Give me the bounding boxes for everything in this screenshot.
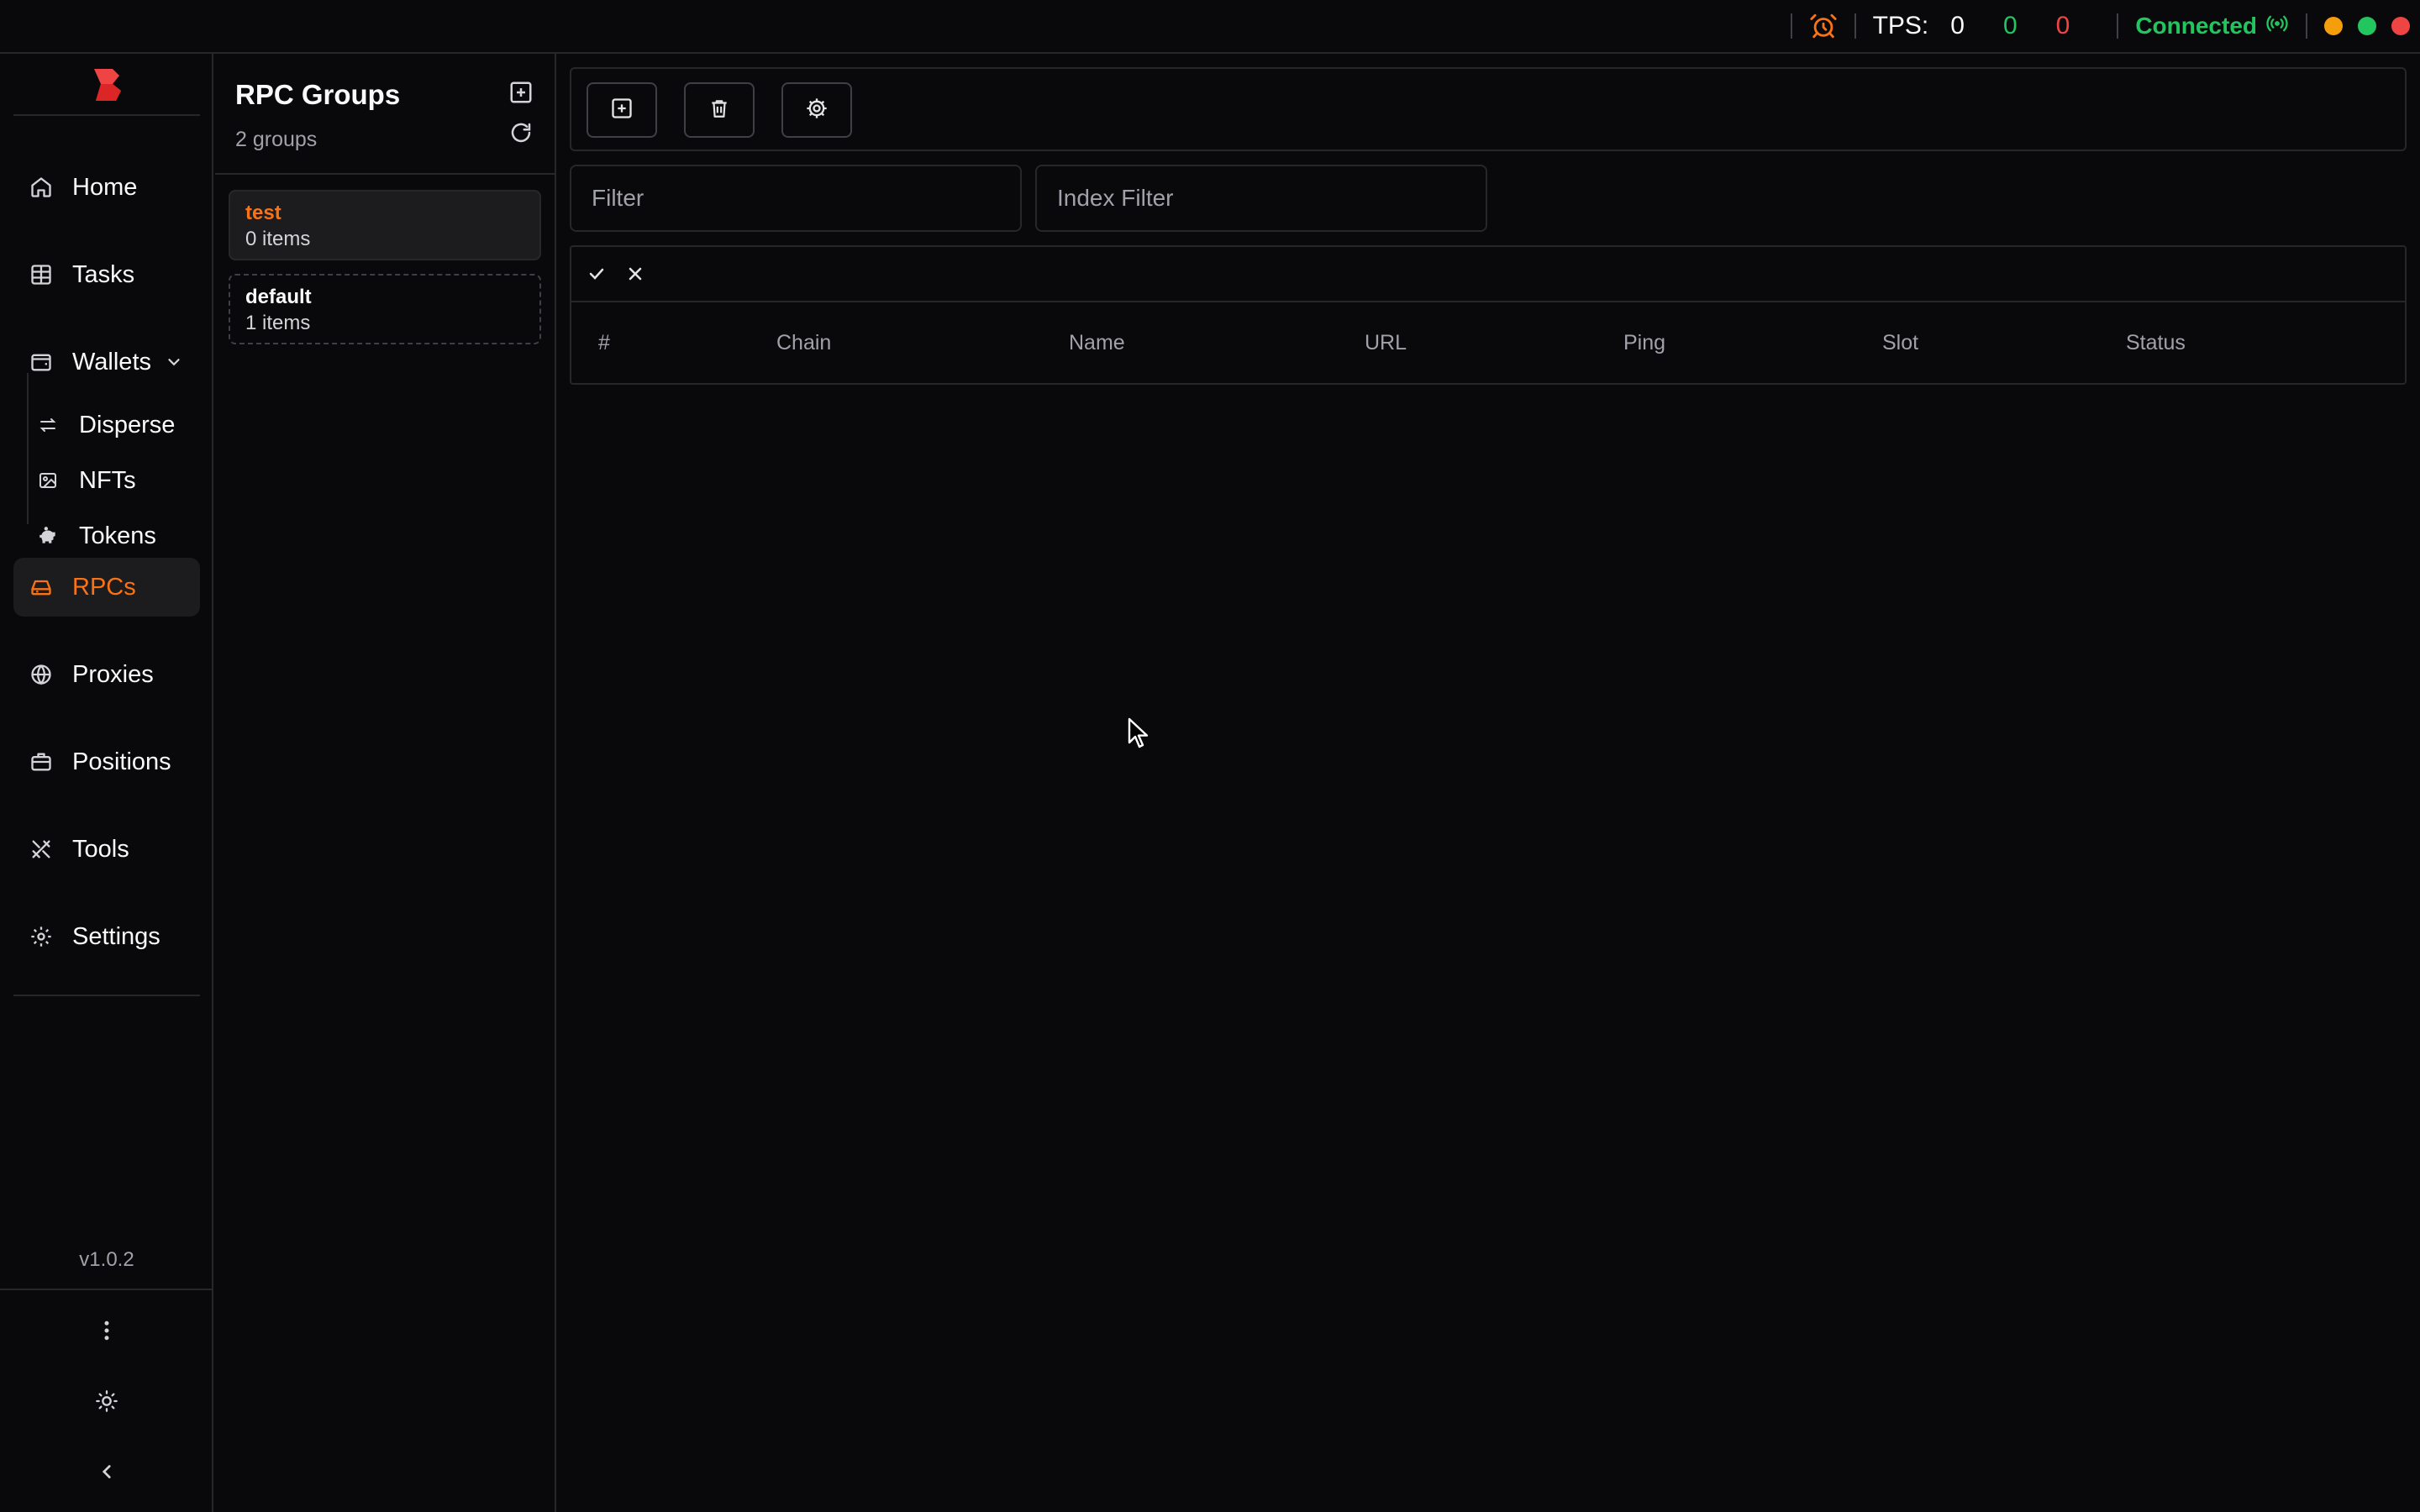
index-filter-input[interactable] [1035,165,1487,232]
tools-icon [29,837,54,862]
sidebar-item-disperse[interactable]: Disperse [37,402,175,449]
table-actions [571,247,2405,302]
sidebar-item-nfts[interactable]: NFTs [37,457,136,504]
sidebar-item-label: Tokens [79,522,156,549]
sidebar-item-home[interactable]: Home [13,158,200,217]
gear-icon [805,97,829,124]
divider [13,114,200,116]
connection-label: Connected [2135,13,2257,39]
briefcase-icon [29,749,54,774]
column-header-status: Status [2126,331,2186,354]
group-item[interactable]: default 1 items [229,274,541,344]
divider [2117,13,2119,39]
divider [0,1289,213,1290]
column-header-url: URL [1365,331,1407,354]
sidebar-item-label: Tools [72,835,129,863]
sidebar-item-proxies[interactable]: Proxies [13,645,200,704]
rpc-settings-button[interactable] [781,82,852,138]
tps-label: TPS: [1872,12,1929,39]
rpc-groups-panel: RPC Groups 2 groups test 0 items default… [215,54,556,1512]
trash-icon [708,97,730,123]
wallet-icon [29,349,54,375]
column-header-ping: Ping [1623,331,1666,354]
group-item[interactable]: test 0 items [229,190,541,260]
sidebar-item-settings[interactable]: Settings [13,907,200,966]
check-icon[interactable] [583,260,610,287]
alarm-icon[interactable] [1809,12,1838,40]
home-icon [29,175,54,200]
group-item-count: 1 items [245,312,311,334]
sidebar-item-label: Proxies [72,660,154,688]
radio-signal-icon [2257,13,2289,39]
table-icon [29,262,54,287]
tps-counter: TPS: 0 0 0 [1873,12,2070,40]
submenu-line [27,373,29,524]
group-name: default [245,286,312,308]
minimize-button[interactable] [2324,17,2343,35]
mouse-cursor-icon [1128,717,1153,755]
close-button[interactable] [2391,17,2410,35]
more-vertical-icon[interactable] [90,1314,124,1347]
tps-value-success: 0 [2002,12,2018,39]
tps-value-failed: 0 [2055,12,2070,39]
column-header-name: Name [1069,331,1125,354]
sidebar-item-label: Wallets [72,348,151,375]
divider [2306,13,2307,39]
sidebar-item-tokens[interactable]: Tokens [37,512,156,559]
group-name: test [245,202,281,224]
sidebar-item-label: Settings [72,922,160,950]
close-icon[interactable] [622,260,649,287]
sidebar-item-positions[interactable]: Positions [13,732,200,791]
tps-value-total: 0 [1950,12,1965,39]
add-rpc-button[interactable] [587,82,657,138]
group-item-count: 0 items [245,228,311,250]
sidebar-item-tasks[interactable]: Tasks [13,245,200,304]
column-header-chain: Chain [776,331,832,354]
sidebar-item-label: Positions [72,748,171,775]
app-logo [87,66,126,104]
divider [1790,13,1792,39]
filter-input[interactable] [570,165,1022,232]
rpc-toolbar [570,67,2407,151]
column-header-index: # [598,331,610,354]
server-icon [29,575,54,600]
connection-status: Connected [2135,13,2289,39]
piggy-bank-icon [37,525,59,547]
panel-title: RPC Groups [235,79,401,110]
gear-icon [29,924,54,949]
sidebar-item-wallets[interactable]: Wallets [13,333,200,391]
refresh-icon[interactable] [506,118,536,148]
rpc-table: # Chain Name URL Ping Slot Status [570,245,2407,385]
divider [215,173,555,175]
divider [13,995,200,996]
window-controls [2324,17,2410,35]
chevron-left-icon[interactable] [90,1455,124,1488]
sidebar-item-label: NFTs [79,466,136,494]
sidebar-item-tools[interactable]: Tools [13,820,200,879]
sidebar-item-label: RPCs [72,573,136,601]
maximize-button[interactable] [2358,17,2376,35]
sidebar-item-rpcs[interactable]: RPCs [13,558,200,617]
image-icon [37,470,59,491]
delete-rpc-button[interactable] [684,82,755,138]
top-bar: TPS: 0 0 0 Connected [0,0,2420,54]
add-group-icon[interactable] [506,77,536,108]
sidebar-item-label: Tasks [72,260,135,288]
app-version: v1.0.2 [79,1248,134,1271]
column-header-slot: Slot [1882,331,1919,354]
group-count: 2 groups [235,128,318,151]
plus-square-icon [610,97,634,124]
globe-icon [29,662,54,687]
chevron-down-icon[interactable] [165,353,183,371]
arrows-icon [37,414,59,436]
sun-icon[interactable] [90,1384,124,1418]
divider [1854,13,1856,39]
sidebar-item-label: Disperse [79,411,176,438]
sidebar-item-label: Home [72,173,138,201]
sidebar: Home Tasks Wallets Disperse NFTs Tokens … [0,54,213,1512]
